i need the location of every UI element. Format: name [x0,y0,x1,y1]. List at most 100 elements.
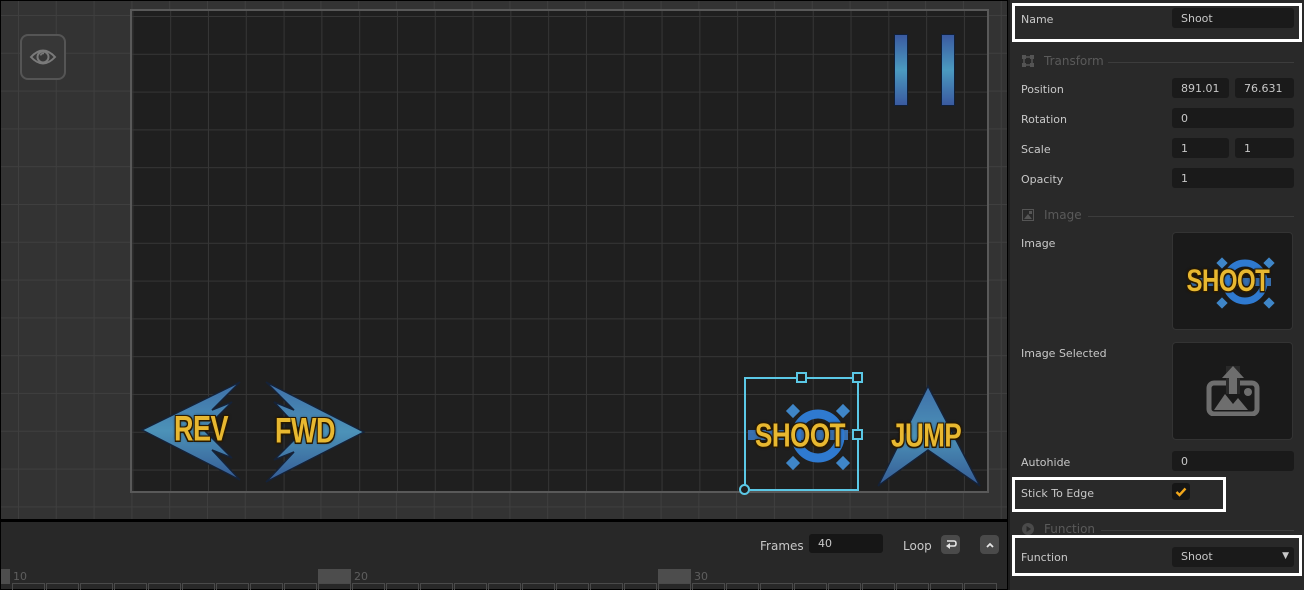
timeline-frame-cell[interactable] [488,583,521,590]
game-stage[interactable] [130,9,989,493]
rotation-row: Rotation [1010,105,1304,135]
timeline-frame-cell[interactable] [352,583,385,590]
upload-image-icon [1206,366,1259,416]
timeline-collapse-button[interactable] [980,535,999,554]
name-label: Name [1021,13,1054,26]
loop-return-icon [945,539,957,549]
timeline-frame-cell[interactable] [12,583,45,590]
image-preview-label: SHOOT [1186,263,1270,299]
image-icon [1022,209,1034,221]
timeline-frame-cell[interactable] [590,583,623,590]
autohide-input[interactable] [1172,451,1294,471]
sprite-label: SHOOT [755,415,845,455]
timeline-frame-cell[interactable] [828,583,861,590]
timeline-frame-cell[interactable] [216,583,249,590]
checkmark-icon [1175,487,1187,497]
shoot-button-sprite[interactable]: SHOOT [746,380,858,490]
timeline-frame-cell[interactable] [930,583,963,590]
position-y-input[interactable] [1235,78,1294,98]
section-divider [1108,62,1294,63]
stick-to-edge-checkbox[interactable] [1172,483,1190,500]
timeline-frame-cell[interactable] [148,583,181,590]
timeline-frame-cell[interactable] [454,583,487,590]
ruler-number: 20 [354,570,368,583]
inspector-panel: Name Transform Position Rotation Scale O… [1008,0,1304,590]
autohide-label: Autohide [1021,456,1071,469]
position-label: Position [1021,83,1064,96]
timeline-frame-cell[interactable] [692,583,725,590]
rotation-input[interactable] [1172,108,1294,128]
sprite-label: REV [174,409,229,449]
function-dropdown[interactable]: Shoot ▼ [1172,547,1294,567]
loop-toggle-button[interactable] [941,535,960,554]
transform-section-header[interactable]: Transform [1010,51,1304,71]
position-row: Position [1010,75,1304,105]
frame-marker[interactable] [318,569,351,584]
section-divider [1088,216,1294,217]
opacity-label: Opacity [1021,173,1064,186]
rev-button-sprite[interactable]: REV [140,380,244,484]
chevron-up-icon [985,542,994,548]
caret-down-icon: ▼ [1282,551,1289,561]
scale-x-input[interactable] [1172,138,1229,158]
timeline-panel: Frames Loop 10 20 30 [1,522,1007,590]
ruler-number: 30 [694,570,708,583]
frame-marker[interactable] [1,569,10,584]
sprite-label: JUMP [891,415,962,455]
image-picker[interactable]: SHOOT [1172,232,1293,330]
timeline-frame-cell[interactable] [862,583,895,590]
timeline-frame-cell[interactable] [46,583,79,590]
timeline-frame-cell[interactable] [80,583,113,590]
autohide-row: Autohide [1010,448,1304,478]
timeline-frame-cell[interactable] [114,583,147,590]
timeline-frame-cell[interactable] [318,583,351,590]
section-divider [1101,530,1294,531]
name-row: Name [1010,5,1304,35]
image-label: Image [1021,237,1056,250]
loop-label: Loop [903,539,932,553]
function-section-header[interactable]: Function [1010,519,1304,539]
scale-row: Scale [1010,135,1304,165]
rotation-label: Rotation [1021,113,1068,126]
stick-to-edge-label: Stick To Edge [1021,487,1095,500]
timeline-frame-cell[interactable] [250,583,283,590]
pause-icon [894,34,908,106]
frames-input[interactable] [809,534,883,553]
image-section-header[interactable]: Image [1010,205,1304,225]
transform-icon [1022,55,1034,67]
opacity-input[interactable] [1172,168,1294,188]
timeline-ruler[interactable]: 10 20 30 [1,569,1007,590]
timeline-frame-cell[interactable] [794,583,827,590]
image-selected-picker[interactable] [1172,342,1293,440]
timeline-frame-cell[interactable] [182,583,215,590]
timeline-frame-cell[interactable] [386,583,419,590]
position-x-input[interactable] [1172,78,1229,98]
frames-label: Frames [760,539,804,553]
timeline-frame-cell[interactable] [522,583,555,590]
pause-button-sprite[interactable] [894,34,958,106]
scale-label: Scale [1021,143,1051,156]
visibility-toggle-button[interactable] [20,34,66,80]
stick-to-edge-row: Stick To Edge [1010,479,1304,509]
function-selected-value: Shoot [1181,550,1213,563]
timeline-frame-cell[interactable] [726,583,759,590]
image-preview: SHOOT [1183,246,1283,316]
scale-y-input[interactable] [1235,138,1294,158]
timeline-frame-cell[interactable] [624,583,657,590]
timeline-frame-cell[interactable] [964,583,997,590]
jump-button-sprite[interactable]: JUMP [876,384,986,490]
timeline-frame-cell[interactable] [284,583,317,590]
transform-section-title: Transform [1044,54,1104,68]
eye-icon [29,49,57,65]
timeline-frame-cell[interactable] [658,583,691,590]
name-input[interactable] [1172,8,1294,28]
fwd-button-sprite[interactable]: FWD [262,380,366,484]
timeline-frame-cell[interactable] [420,583,453,590]
sprite-label: FWD [275,411,335,451]
timeline-frame-cell[interactable] [760,583,793,590]
image-selected-label: Image Selected [1021,347,1107,360]
timeline-frame-cell[interactable] [556,583,589,590]
frame-marker[interactable] [658,569,691,584]
timeline-frame-cell[interactable] [896,583,929,590]
function-label: Function [1021,551,1068,564]
